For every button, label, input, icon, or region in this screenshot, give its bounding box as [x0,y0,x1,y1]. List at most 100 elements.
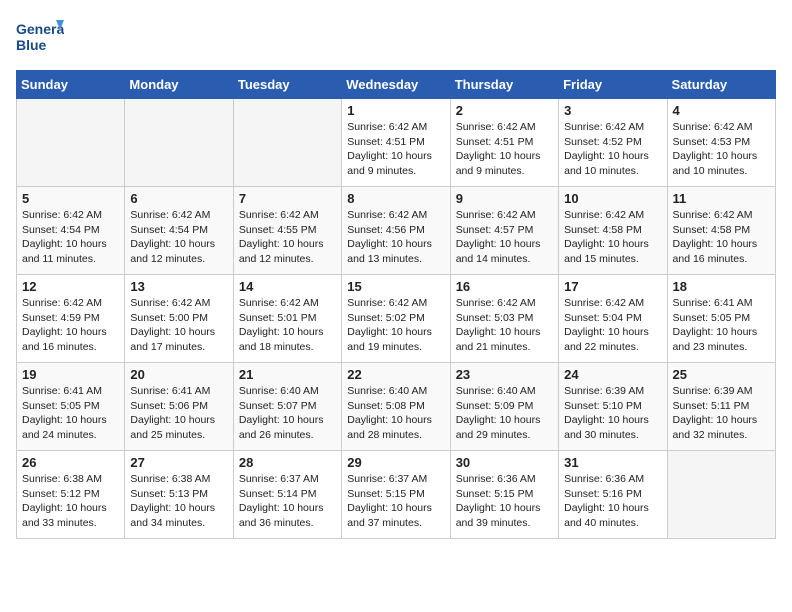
header-friday: Friday [559,71,667,99]
day-number: 28 [239,455,336,470]
day-info: Sunrise: 6:40 AMSunset: 5:09 PMDaylight:… [456,384,553,443]
calendar-cell: 15 Sunrise: 6:42 AMSunset: 5:02 PMDayligh… [342,275,450,363]
day-info: Sunrise: 6:36 AMSunset: 5:15 PMDaylight:… [456,472,553,531]
calendar-cell: 1 Sunrise: 6:42 AMSunset: 4:51 PMDaylight… [342,99,450,187]
day-number: 16 [456,279,553,294]
day-number: 29 [347,455,444,470]
day-number: 31 [564,455,661,470]
day-number: 27 [130,455,227,470]
day-info: Sunrise: 6:42 AMSunset: 5:02 PMDaylight:… [347,296,444,355]
day-number: 24 [564,367,661,382]
day-info: Sunrise: 6:42 AMSunset: 5:04 PMDaylight:… [564,296,661,355]
calendar-cell: 21 Sunrise: 6:40 AMSunset: 5:07 PMDayligh… [233,363,341,451]
day-number: 20 [130,367,227,382]
calendar-cell: 17 Sunrise: 6:42 AMSunset: 5:04 PMDayligh… [559,275,667,363]
header-thursday: Thursday [450,71,558,99]
day-info: Sunrise: 6:42 AMSunset: 4:54 PMDaylight:… [130,208,227,267]
calendar-cell: 27 Sunrise: 6:38 AMSunset: 5:13 PMDayligh… [125,451,233,539]
day-info: Sunrise: 6:42 AMSunset: 4:53 PMDaylight:… [673,120,770,179]
calendar-cell: 18 Sunrise: 6:41 AMSunset: 5:05 PMDayligh… [667,275,775,363]
day-number: 23 [456,367,553,382]
calendar-cell: 25Sunrise: 6:39 AMSunset: 5:11 PMDayligh… [667,363,775,451]
day-number: 9 [456,191,553,206]
logo: General Blue [16,16,64,58]
day-info: Sunrise: 6:42 AMSunset: 4:54 PMDaylight:… [22,208,119,267]
day-number: 21 [239,367,336,382]
day-info: Sunrise: 6:42 AMSunset: 4:56 PMDaylight:… [347,208,444,267]
calendar-cell: 6 Sunrise: 6:42 AMSunset: 4:54 PMDaylight… [125,187,233,275]
calendar-cell: 12 Sunrise: 6:42 AMSunset: 4:59 PMDayligh… [17,275,125,363]
calendar-cell: 9 Sunrise: 6:42 AMSunset: 4:57 PMDaylight… [450,187,558,275]
day-number: 3 [564,103,661,118]
day-number: 30 [456,455,553,470]
calendar-cell: 5Sunrise: 6:42 AMSunset: 4:54 PMDaylight… [17,187,125,275]
day-info: Sunrise: 6:42 AMSunset: 5:01 PMDaylight:… [239,296,336,355]
header-tuesday: Tuesday [233,71,341,99]
day-info: Sunrise: 6:42 AMSunset: 5:03 PMDaylight:… [456,296,553,355]
calendar-cell: 4 Sunrise: 6:42 AMSunset: 4:53 PMDaylight… [667,99,775,187]
calendar-cell: 16 Sunrise: 6:42 AMSunset: 5:03 PMDayligh… [450,275,558,363]
day-info: Sunrise: 6:42 AMSunset: 4:57 PMDaylight:… [456,208,553,267]
week-row-5: 26Sunrise: 6:38 AMSunset: 5:12 PMDayligh… [17,451,776,539]
day-number: 4 [673,103,770,118]
day-info: Sunrise: 6:42 AMSunset: 4:59 PMDaylight:… [22,296,119,355]
header-monday: Monday [125,71,233,99]
day-info: Sunrise: 6:42 AMSunset: 4:58 PMDaylight:… [673,208,770,267]
calendar-cell: 23 Sunrise: 6:40 AMSunset: 5:09 PMDayligh… [450,363,558,451]
week-row-1: 1 Sunrise: 6:42 AMSunset: 4:51 PMDaylight… [17,99,776,187]
calendar-cell: 26Sunrise: 6:38 AMSunset: 5:12 PMDayligh… [17,451,125,539]
header-sunday: Sunday [17,71,125,99]
day-info: Sunrise: 6:38 AMSunset: 5:13 PMDaylight:… [130,472,227,531]
day-number: 13 [130,279,227,294]
day-info: Sunrise: 6:42 AMSunset: 5:00 PMDaylight:… [130,296,227,355]
calendar-cell: 14 Sunrise: 6:42 AMSunset: 5:01 PMDayligh… [233,275,341,363]
day-info: Sunrise: 6:42 AMSunset: 4:52 PMDaylight:… [564,120,661,179]
day-number: 8 [347,191,444,206]
day-info: Sunrise: 6:41 AMSunset: 5:05 PMDaylight:… [673,296,770,355]
week-row-3: 12 Sunrise: 6:42 AMSunset: 4:59 PMDayligh… [17,275,776,363]
day-number: 10 [564,191,661,206]
calendar-cell: 19 Sunrise: 6:41 AMSunset: 5:05 PMDayligh… [17,363,125,451]
day-number: 14 [239,279,336,294]
day-info: Sunrise: 6:36 AMSunset: 5:16 PMDaylight:… [564,472,661,531]
logo-svg: General Blue [16,16,64,58]
calendar-body: 1 Sunrise: 6:42 AMSunset: 4:51 PMDaylight… [17,99,776,539]
day-info: Sunrise: 6:40 AMSunset: 5:08 PMDaylight:… [347,384,444,443]
day-number: 2 [456,103,553,118]
day-info: Sunrise: 6:42 AMSunset: 4:51 PMDaylight:… [456,120,553,179]
calendar-cell: 13 Sunrise: 6:42 AMSunset: 5:00 PMDayligh… [125,275,233,363]
day-info: Sunrise: 6:41 AMSunset: 5:06 PMDaylight:… [130,384,227,443]
calendar-cell: 29 Sunrise: 6:37 AMSunset: 5:15 PMDayligh… [342,451,450,539]
day-info: Sunrise: 6:41 AMSunset: 5:05 PMDaylight:… [22,384,119,443]
day-number: 15 [347,279,444,294]
calendar-header-row: SundayMondayTuesdayWednesdayThursdayFrid… [17,71,776,99]
calendar-cell: 28Sunrise: 6:37 AMSunset: 5:14 PMDayligh… [233,451,341,539]
calendar-cell: 7Sunrise: 6:42 AMSunset: 4:55 PMDaylight… [233,187,341,275]
calendar-table: SundayMondayTuesdayWednesdayThursdayFrid… [16,70,776,539]
day-number: 18 [673,279,770,294]
calendar-cell [233,99,341,187]
day-number: 1 [347,103,444,118]
calendar-cell [125,99,233,187]
day-number: 25 [673,367,770,382]
day-number: 17 [564,279,661,294]
day-number: 6 [130,191,227,206]
day-info: Sunrise: 6:42 AMSunset: 4:58 PMDaylight:… [564,208,661,267]
header-saturday: Saturday [667,71,775,99]
day-number: 19 [22,367,119,382]
day-info: Sunrise: 6:40 AMSunset: 5:07 PMDaylight:… [239,384,336,443]
calendar-cell [17,99,125,187]
day-info: Sunrise: 6:37 AMSunset: 5:15 PMDaylight:… [347,472,444,531]
day-number: 12 [22,279,119,294]
day-info: Sunrise: 6:42 AMSunset: 4:51 PMDaylight:… [347,120,444,179]
calendar-cell [667,451,775,539]
calendar-cell: 24Sunrise: 6:39 AMSunset: 5:10 PMDayligh… [559,363,667,451]
day-number: 11 [673,191,770,206]
week-row-4: 19 Sunrise: 6:41 AMSunset: 5:05 PMDayligh… [17,363,776,451]
day-info: Sunrise: 6:42 AMSunset: 4:55 PMDaylight:… [239,208,336,267]
calendar-cell: 10 Sunrise: 6:42 AMSunset: 4:58 PMDayligh… [559,187,667,275]
svg-text:Blue: Blue [16,37,47,53]
calendar-cell: 2 Sunrise: 6:42 AMSunset: 4:51 PMDaylight… [450,99,558,187]
calendar-cell: 8 Sunrise: 6:42 AMSunset: 4:56 PMDaylight… [342,187,450,275]
day-number: 22 [347,367,444,382]
